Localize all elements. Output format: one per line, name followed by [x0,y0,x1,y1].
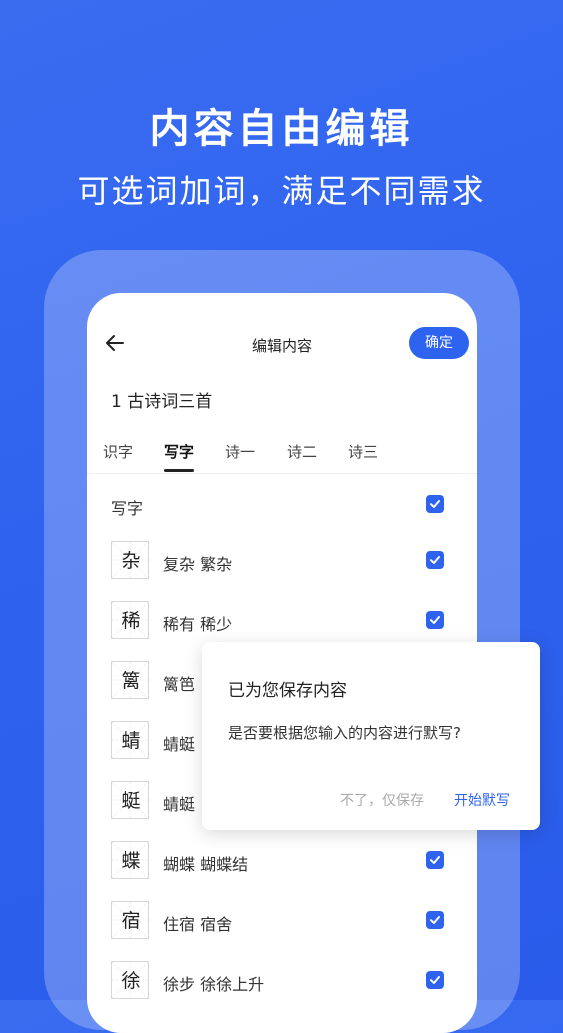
check-icon [430,616,440,624]
row-checkbox[interactable] [426,911,444,929]
tab-bar: 识字 写字 诗一 诗二 诗三 [87,431,477,474]
lesson-title: 1 古诗词三首 [111,392,213,412]
char-grid: 蜻 [111,721,149,759]
section-checkbox[interactable] [426,495,444,513]
char-grid: 宿 [111,901,149,939]
dialog-cancel-button[interactable]: 不了，仅保存 [340,790,424,810]
check-icon [430,856,440,864]
save-dialog: 已为您保存内容 是否要根据您输入的内容进行默写? 不了，仅保存 开始默写 [202,642,540,830]
char-grid: 蝶 [111,841,149,879]
dialog-start-button[interactable]: 开始默写 [454,790,510,810]
tab-shi-2[interactable]: 诗二 [287,441,317,462]
char-grid: 篱 [111,661,149,699]
confirm-button[interactable]: 确定 [409,327,469,359]
char-label: 杂 [121,550,141,572]
char-label: 蜻 [121,730,141,752]
char-label: 稀 [121,610,141,632]
promo-headline: 内容自由编辑 [149,106,414,152]
char-label: 徐 [121,970,141,992]
dialog-title: 已为您保存内容 [228,681,347,701]
char-grid: 杂 [111,541,149,579]
word-list: 蜻蜓 [163,735,196,754]
tab-shizi[interactable]: 识字 [103,441,133,462]
word-list: 徐步 徐徐上升 [163,975,265,994]
top-bar: 编辑内容 确定 [87,293,477,393]
char-label: 篱 [121,670,141,692]
promo-subline: 可选词加词，满足不同需求 [77,172,486,210]
check-icon [430,916,440,924]
char-grid: 徐 [111,961,149,999]
word-list: 篱笆 [163,675,196,694]
char-label: 蝶 [121,850,141,872]
char-grid: 蜓 [111,781,149,819]
check-icon [430,976,440,984]
word-list: 住宿 宿舍 [163,915,233,934]
section-label: 写字 [111,499,144,518]
char-grid: 稀 [111,601,149,639]
tab-shi-1[interactable]: 诗一 [225,441,255,462]
word-list: 复杂 繁杂 [163,555,233,574]
word-list: 蜻蜓 [163,795,196,814]
row-checkbox[interactable] [426,851,444,869]
row-checkbox[interactable] [426,611,444,629]
row-checkbox[interactable] [426,551,444,569]
word-list: 稀有 稀少 [163,615,233,634]
tab-xiezi[interactable]: 写字 [164,441,194,462]
tab-active-indicator [164,469,194,472]
tab-shi-3[interactable]: 诗三 [348,441,378,462]
char-label: 宿 [121,910,141,932]
word-row: 徐 徐步 徐徐上升 [87,961,477,1021]
check-icon [430,556,440,564]
dialog-message: 是否要根据您输入的内容进行默写? [228,724,461,742]
check-icon [430,500,440,508]
word-list: 蝴蝶 蝴蝶结 [163,855,249,874]
word-row: 杂 复杂 繁杂 [87,541,477,601]
word-row: 宿 住宿 宿舍 [87,901,477,961]
row-checkbox[interactable] [426,971,444,989]
char-label: 蜓 [121,790,141,812]
word-row: 蝶 蝴蝶 蝴蝶结 [87,841,477,901]
